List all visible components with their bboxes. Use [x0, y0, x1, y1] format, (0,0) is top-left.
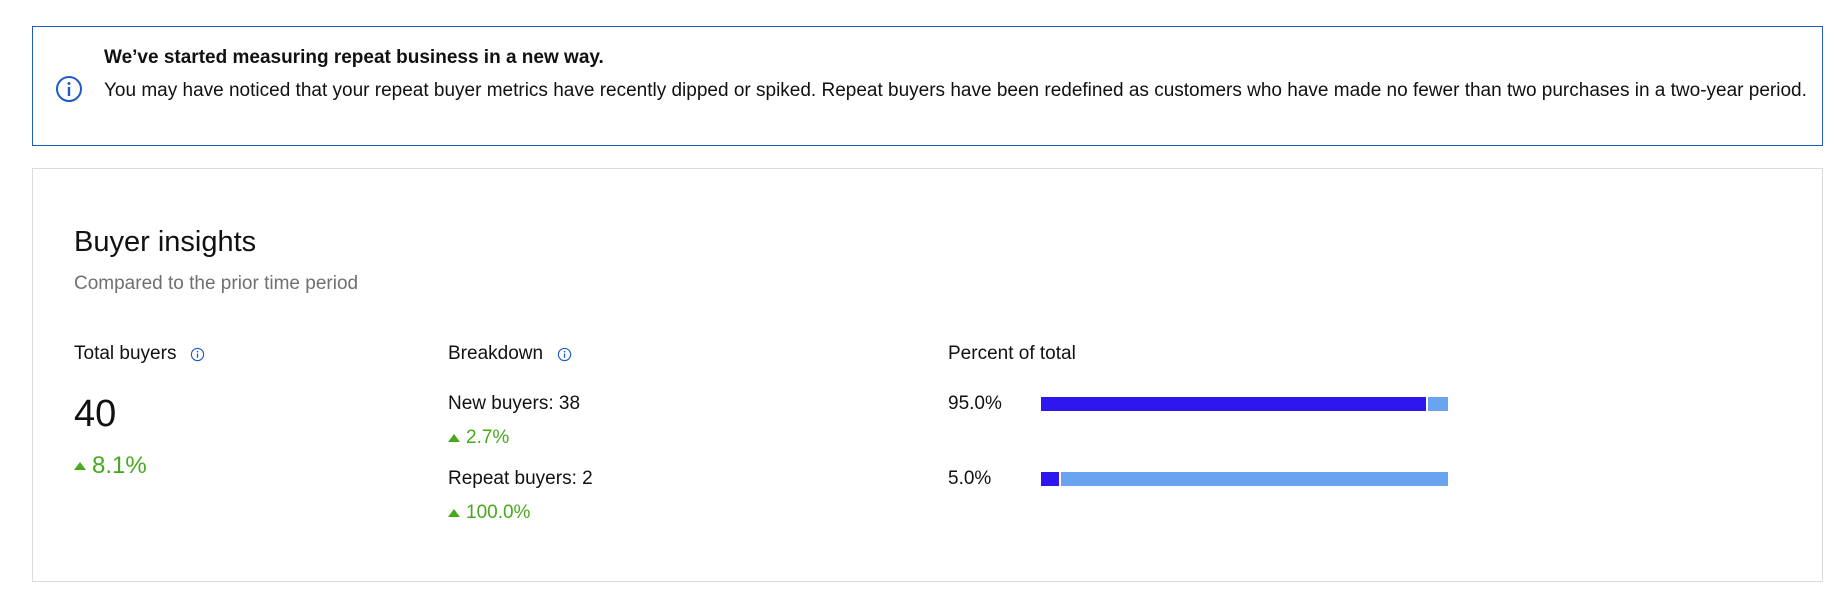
percent-of-total-label: Percent of total	[948, 343, 1076, 364]
repeat-buyers-change: 100.0%	[448, 502, 530, 524]
total-buyers-header: Total buyers	[74, 343, 205, 365]
repeat-buyers-percent: 5.0%	[948, 468, 992, 489]
up-arrow-icon	[448, 509, 460, 517]
total-buyers-label: Total buyers	[74, 343, 177, 364]
notice-banner: We’ve started measuring repeat business …	[32, 26, 1823, 146]
repeat-buyers-percent-bar	[1041, 472, 1448, 486]
total-buyers-change: 8.1%	[74, 452, 147, 480]
total-buyers-value: 40	[74, 393, 117, 435]
new-buyers-label: New buyers: 38	[448, 393, 581, 414]
up-arrow-icon	[448, 434, 460, 442]
percent-of-total-header: Percent of total	[948, 343, 1076, 365]
breakdown-header: Breakdown	[448, 343, 572, 365]
total-buyers-change-value: 8.1%	[92, 452, 147, 479]
breakdown-label: Breakdown	[448, 343, 544, 364]
breakdown-info-icon[interactable]	[557, 347, 572, 362]
up-arrow-icon	[74, 462, 86, 470]
notice-body: You may have noticed that your repeat bu…	[104, 80, 1807, 101]
new-buyers-percent: 95.0%	[948, 393, 1002, 414]
new-buyers-bar-fill	[1041, 397, 1428, 411]
card-subtitle: Compared to the prior time period	[74, 273, 359, 294]
new-buyers-change-value: 2.7%	[466, 427, 510, 448]
repeat-buyers-change-value: 100.0%	[466, 502, 531, 523]
total-buyers-info-icon[interactable]	[190, 347, 205, 362]
buyer-insights-card: Buyer insights Compared to the prior tim…	[32, 168, 1823, 582]
new-buyers-percent-bar	[1041, 397, 1448, 411]
new-buyers-change: 2.7%	[448, 427, 509, 449]
repeat-buyers-label: Repeat buyers: 2	[448, 468, 593, 489]
card-title: Buyer insights	[74, 226, 257, 258]
repeat-buyers-bar-fill	[1041, 472, 1062, 486]
notice-title: We’ve started measuring repeat business …	[104, 47, 604, 68]
info-circle-icon	[56, 76, 82, 102]
